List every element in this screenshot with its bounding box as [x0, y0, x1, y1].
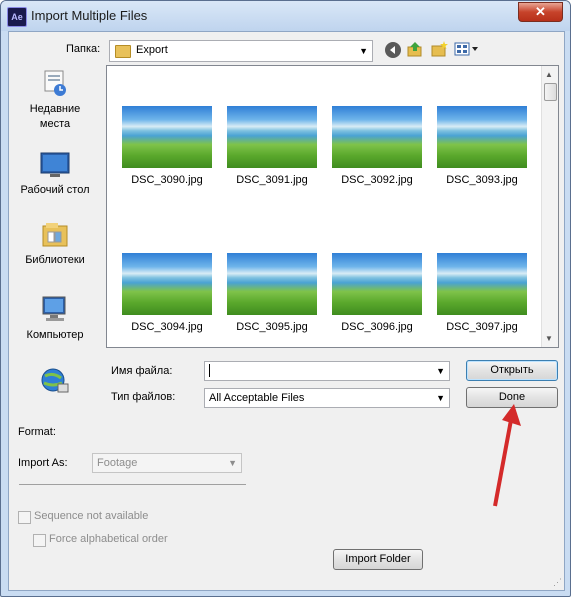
- back-icon[interactable]: [384, 41, 402, 59]
- text-caret: [209, 364, 210, 377]
- import-folder-button[interactable]: Import Folder: [333, 549, 423, 570]
- folder-dropdown[interactable]: Export ▼: [109, 40, 373, 62]
- image-thumbnail: [122, 106, 212, 168]
- filetype-label: Тип файлов:: [111, 391, 176, 403]
- file-item[interactable]: DSC_3090.jpg: [117, 106, 217, 186]
- dialog-body: Папка: Export ▼ Недавние места Рабочий с…: [8, 31, 565, 591]
- file-name: DSC_3095.jpg: [236, 321, 308, 333]
- place-desktop[interactable]: Рабочий стол: [9, 150, 101, 196]
- scroll-thumb[interactable]: [544, 83, 557, 101]
- file-item[interactable]: DSC_3096.jpg: [327, 253, 427, 333]
- image-thumbnail: [437, 253, 527, 315]
- resize-grip-icon[interactable]: ⋰: [553, 577, 562, 588]
- up-folder-icon[interactable]: [406, 40, 424, 58]
- chevron-down-icon: ▼: [359, 46, 368, 56]
- file-item[interactable]: DSC_3097.jpg: [432, 253, 532, 333]
- place-computer[interactable]: Компьютер: [9, 295, 101, 341]
- desktop-icon: [40, 150, 70, 180]
- image-thumbnail: [122, 253, 212, 315]
- computer-icon: [40, 295, 70, 325]
- file-item[interactable]: DSC_3095.jpg: [222, 253, 322, 333]
- file-item[interactable]: DSC_3091.jpg: [222, 106, 322, 186]
- alphabetical-order-checkbox[interactable]: [33, 534, 46, 547]
- place-label: Рабочий стол: [20, 184, 90, 196]
- place-label: Библиотеки: [25, 254, 85, 266]
- file-name: DSC_3090.jpg: [131, 174, 203, 186]
- file-name: DSC_3097.jpg: [446, 321, 518, 333]
- file-name: DSC_3094.jpg: [131, 321, 203, 333]
- scroll-up-icon[interactable]: ▲: [545, 70, 553, 79]
- place-label: Компьютер: [26, 329, 84, 341]
- file-name: DSC_3093.jpg: [446, 174, 518, 186]
- libraries-icon: [40, 220, 70, 250]
- sequence-checkbox[interactable]: [18, 511, 31, 524]
- filename-label: Имя файла:: [111, 365, 173, 377]
- import-as-value: Footage: [97, 457, 138, 469]
- file-name: DSC_3091.jpg: [236, 174, 308, 186]
- import-dialog-window: Ae Import Multiple Files ✕ Папка: Export…: [0, 0, 571, 597]
- file-name: DSC_3096.jpg: [341, 321, 413, 333]
- chevron-down-icon: ▼: [436, 393, 445, 403]
- new-folder-icon[interactable]: [430, 40, 448, 58]
- recent-places-icon: [40, 68, 70, 98]
- image-thumbnail: [332, 253, 422, 315]
- view-menu-icon[interactable]: [454, 41, 480, 59]
- window-title: Import Multiple Files: [31, 8, 148, 23]
- current-folder-name: Export: [136, 44, 168, 56]
- file-item[interactable]: DSC_3094.jpg: [117, 253, 217, 333]
- filename-input[interactable]: ▼: [204, 361, 450, 381]
- folder-icon: [115, 45, 131, 58]
- file-item[interactable]: DSC_3092.jpg: [327, 106, 427, 186]
- open-button[interactable]: Открыть: [466, 360, 558, 381]
- places-sidebar: Недавние места Рабочий стол Библиотеки К…: [9, 68, 101, 403]
- image-thumbnail: [437, 106, 527, 168]
- alphabetical-order-label: Force alphabetical order: [49, 533, 168, 545]
- file-list-pane[interactable]: DSC_3090.jpg DSC_3091.jpg DSC_3092.jpg D…: [106, 65, 559, 348]
- image-thumbnail: [227, 253, 317, 315]
- filetype-value: All Acceptable Files: [209, 392, 305, 404]
- image-thumbnail: [227, 106, 317, 168]
- file-name: DSC_3092.jpg: [341, 174, 413, 186]
- import-as-label: Import As:: [18, 457, 68, 469]
- place-network[interactable]: [9, 366, 101, 396]
- chevron-down-icon: ▼: [228, 458, 237, 468]
- format-label: Format:: [18, 426, 56, 438]
- scroll-down-icon[interactable]: ▼: [545, 334, 553, 343]
- after-effects-app-icon: Ae: [7, 7, 27, 27]
- network-icon: [40, 366, 70, 396]
- sequence-label: Sequence not available: [34, 510, 149, 522]
- folder-label: Папка:: [66, 43, 101, 55]
- place-recent[interactable]: Недавние места: [9, 68, 101, 132]
- image-thumbnail: [332, 106, 422, 168]
- import-as-dropdown[interactable]: Footage ▼: [92, 453, 242, 473]
- vertical-scrollbar[interactable]: ▲ ▼: [541, 66, 558, 347]
- close-button[interactable]: ✕: [518, 2, 563, 22]
- place-libraries[interactable]: Библиотеки: [9, 220, 101, 266]
- separator: [19, 484, 246, 485]
- title-bar[interactable]: Ae Import Multiple Files ✕: [1, 1, 570, 31]
- filetype-dropdown[interactable]: All Acceptable Files ▼: [204, 388, 450, 408]
- chevron-down-icon[interactable]: ▼: [436, 366, 445, 376]
- file-item[interactable]: DSC_3093.jpg: [432, 106, 532, 186]
- place-label: Недавние места: [29, 103, 81, 130]
- annotation-arrow: [493, 404, 521, 507]
